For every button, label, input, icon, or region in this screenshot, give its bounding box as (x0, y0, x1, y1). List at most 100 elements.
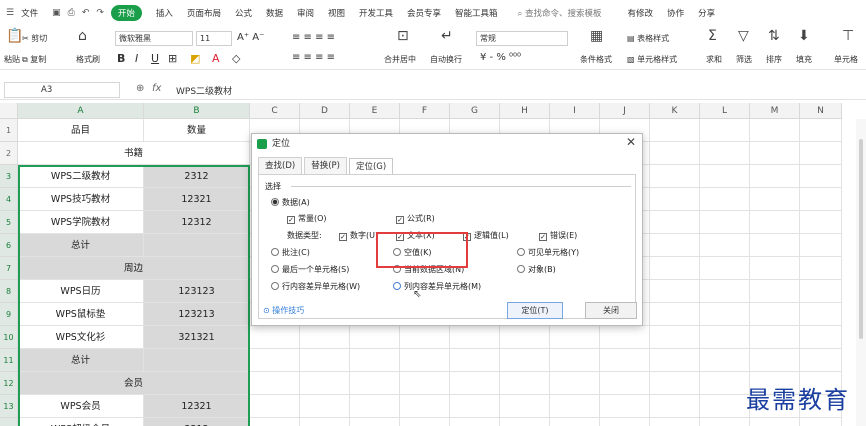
wrap-text-label[interactable]: 自动换行 (430, 54, 462, 65)
empty-cell[interactable] (700, 257, 750, 280)
empty-cell[interactable] (400, 395, 450, 418)
empty-cell[interactable] (800, 119, 842, 142)
table-cell-quantity[interactable]: 12321 (144, 188, 250, 211)
empty-cell[interactable] (500, 372, 550, 395)
tab-start[interactable]: 开始 (110, 5, 142, 21)
table-style-button[interactable]: ▤ 表格样式 (627, 33, 669, 44)
empty-cell[interactable] (750, 257, 800, 280)
number-format-select[interactable]: 常规 (476, 31, 568, 46)
format-painter-label[interactable]: 格式刷 (76, 54, 100, 65)
empty-cell[interactable] (800, 234, 842, 257)
row-header[interactable]: 12 (0, 372, 18, 395)
radio-last-cell[interactable]: 最后一个单元格(S) (271, 264, 349, 275)
table-cell-item[interactable]: WPS会员 (18, 395, 144, 418)
column-header[interactable]: A (18, 103, 144, 119)
align-left-icon[interactable]: ≡ ≡ ≡ ≡ (292, 52, 335, 63)
empty-cell[interactable] (700, 326, 750, 349)
empty-cell[interactable] (700, 395, 750, 418)
empty-cell[interactable] (650, 257, 700, 280)
empty-cell[interactable] (800, 326, 842, 349)
empty-cell[interactable] (500, 326, 550, 349)
tab-find[interactable]: 查找(D) (258, 157, 303, 174)
table-cell-item[interactable]: WPS学院教材 (18, 211, 144, 234)
row-header[interactable]: 10 (0, 326, 18, 349)
tips-link[interactable]: ⊙ 操作技巧 (263, 305, 304, 316)
font-color-icon[interactable]: A (212, 52, 220, 65)
empty-cell[interactable] (650, 349, 700, 372)
empty-cell[interactable] (300, 395, 350, 418)
filter-icon[interactable]: ▽ (738, 28, 749, 44)
empty-cell[interactable] (400, 349, 450, 372)
cells-label[interactable]: 单元格 (834, 54, 858, 65)
column-header[interactable]: K (650, 103, 700, 119)
empty-cell[interactable] (650, 280, 700, 303)
empty-cell[interactable] (500, 349, 550, 372)
check-logical[interactable]: ✓ 逻辑值(L) (463, 230, 509, 241)
tab-formula[interactable]: 公式 (235, 7, 252, 19)
modify-button[interactable]: 有修改 (628, 7, 654, 19)
empty-cell[interactable] (300, 418, 350, 426)
radio-comment[interactable]: 批注(C) (271, 247, 310, 258)
table-cell-quantity[interactable]: 12321 (144, 395, 250, 418)
currency-icon[interactable]: ¥ - % ⁰⁰⁰ (480, 52, 521, 63)
table-cell-quantity[interactable]: 12312 (144, 211, 250, 234)
tab-toolbox[interactable]: 智能工具箱 (455, 7, 498, 19)
table-cell-quantity[interactable]: 3213 (144, 418, 250, 426)
check-error[interactable]: ✓ 错误(E) (539, 230, 577, 241)
table-cell-quantity[interactable]: 数量 (144, 119, 250, 142)
empty-cell[interactable] (750, 119, 800, 142)
font-grow-icon[interactable]: A⁺ A⁻ (237, 32, 264, 43)
empty-cell[interactable] (250, 372, 300, 395)
paste-icon[interactable]: 📋 (6, 28, 23, 44)
row-header[interactable]: 14 (0, 418, 18, 426)
tab-data[interactable]: 数据 (266, 7, 283, 19)
table-cell-item[interactable]: WPS鼠标垫 (18, 303, 144, 326)
table-cell-category[interactable]: 书籍 (18, 142, 250, 165)
select-all-corner[interactable] (0, 103, 18, 119)
cell-style-button[interactable]: ▧ 单元格样式 (627, 54, 677, 65)
empty-cell[interactable] (650, 395, 700, 418)
row-header[interactable]: 7 (0, 257, 18, 280)
tab-member[interactable]: 会员专享 (407, 7, 441, 19)
column-header[interactable]: F (400, 103, 450, 119)
empty-cell[interactable] (650, 372, 700, 395)
empty-cell[interactable] (800, 188, 842, 211)
radio-object[interactable]: 对象(B) (517, 264, 556, 275)
row-header[interactable]: 5 (0, 211, 18, 234)
empty-cell[interactable] (350, 395, 400, 418)
tab-developer[interactable]: 开发工具 (359, 7, 393, 19)
name-box[interactable]: A3 (4, 82, 120, 98)
empty-cell[interactable] (650, 165, 700, 188)
share-button[interactable]: 分享 (698, 7, 715, 19)
empty-cell[interactable] (450, 372, 500, 395)
sum-icon[interactable]: Σ (708, 28, 717, 44)
fill-color-icon[interactable]: ◩ (190, 52, 200, 65)
empty-cell[interactable] (250, 395, 300, 418)
empty-cell[interactable] (400, 372, 450, 395)
empty-cell[interactable] (800, 303, 842, 326)
empty-cell[interactable] (400, 418, 450, 426)
column-header[interactable]: M (750, 103, 800, 119)
table-cell-item[interactable]: WPS二级教材 (18, 165, 144, 188)
empty-cell[interactable] (700, 303, 750, 326)
table-cell-quantity[interactable]: 2312 (144, 165, 250, 188)
empty-cell[interactable] (700, 234, 750, 257)
check-number[interactable]: ✓ 数字(U) (339, 230, 378, 241)
empty-cell[interactable] (650, 188, 700, 211)
column-header[interactable]: G (450, 103, 500, 119)
empty-cell[interactable] (650, 119, 700, 142)
menu-file[interactable]: 文件 (21, 7, 38, 19)
formula-input[interactable]: WPS二级教材 (176, 84, 232, 97)
empty-cell[interactable] (550, 326, 600, 349)
radio-col-diff[interactable]: 列内容差异单元格(M) (393, 281, 481, 292)
row-header[interactable]: 4 (0, 188, 18, 211)
empty-cell[interactable] (550, 395, 600, 418)
filter-label[interactable]: 筛选 (736, 54, 752, 65)
close-button[interactable]: 关闭 (585, 302, 637, 319)
empty-cell[interactable] (750, 349, 800, 372)
empty-cell[interactable] (350, 349, 400, 372)
empty-cell[interactable] (650, 326, 700, 349)
empty-cell[interactable] (800, 349, 842, 372)
empty-cell[interactable] (600, 349, 650, 372)
table-cell-category[interactable]: 会员 (18, 372, 250, 395)
